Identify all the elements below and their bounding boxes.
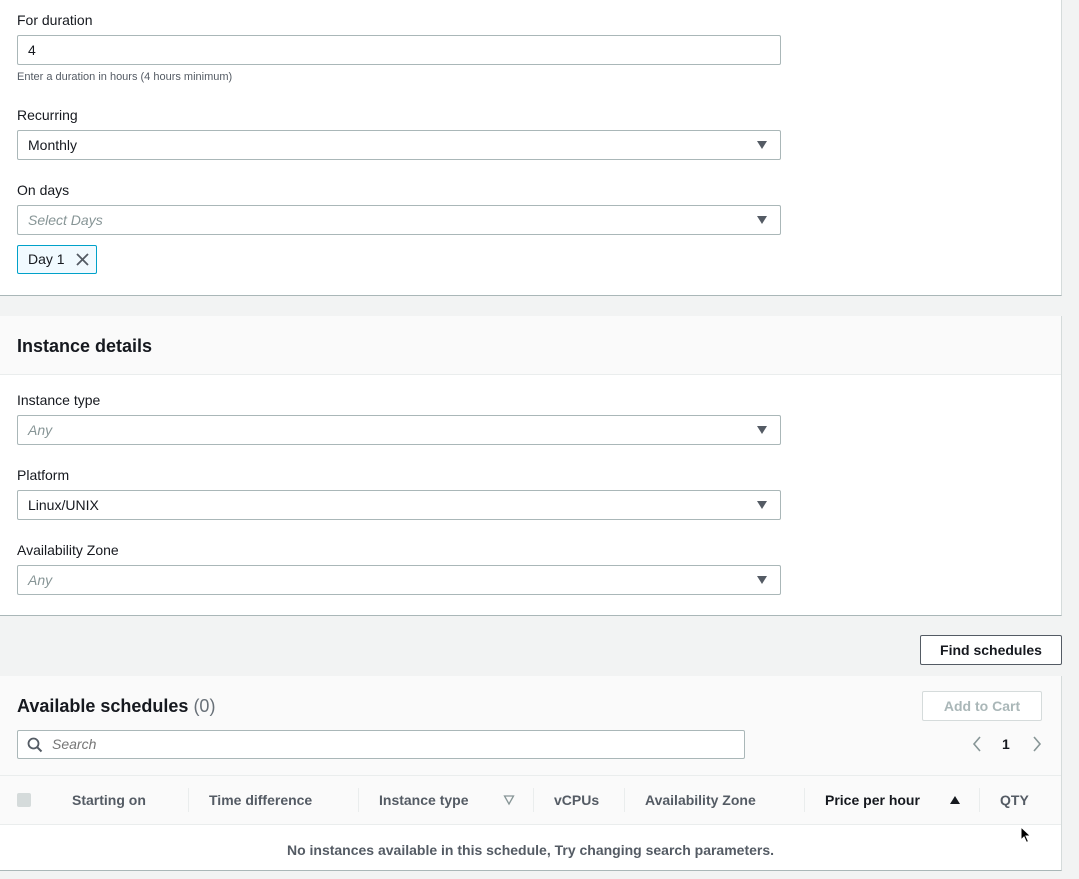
- table-header: Starting on Time difference Instance typ…: [0, 775, 1061, 825]
- platform-label: Platform: [17, 467, 70, 483]
- on-days-label: On days: [17, 182, 70, 198]
- caret-down-icon: [757, 501, 767, 509]
- column-qty[interactable]: QTY: [1000, 776, 1029, 824]
- available-schedules-panel: Available schedules (0) Add to Cart 1 St…: [0, 676, 1062, 871]
- empty-table-message: No instances available in this schedule,…: [286, 842, 775, 858]
- available-schedules-title: Available schedules (0): [17, 696, 215, 717]
- available-schedules-title-text: Available schedules: [17, 696, 189, 716]
- column-separator: [979, 788, 980, 812]
- duration-label: For duration: [17, 12, 93, 28]
- caret-down-icon: [757, 576, 767, 584]
- on-days-placeholder: Select Days: [28, 212, 103, 228]
- column-starting-on[interactable]: Starting on: [72, 776, 146, 824]
- instance-type-select[interactable]: Any: [17, 415, 781, 445]
- column-separator: [804, 788, 805, 812]
- available-schedules-header: [0, 676, 1061, 775]
- column-separator: [358, 788, 359, 812]
- chevron-right-icon[interactable]: [1030, 734, 1044, 754]
- find-schedules-button[interactable]: Find schedules: [920, 635, 1062, 665]
- instance-details-header: Instance details: [0, 316, 1061, 375]
- day-token-label: Day 1: [28, 251, 65, 267]
- caret-down-icon: [757, 141, 767, 149]
- caret-down-icon: [757, 216, 767, 224]
- column-instance-type[interactable]: Instance type: [379, 776, 468, 824]
- on-days-select[interactable]: Select Days: [17, 205, 781, 235]
- mouse-cursor-icon: [1020, 826, 1032, 844]
- column-availability-zone[interactable]: Availability Zone: [645, 776, 756, 824]
- recurring-label: Recurring: [17, 107, 78, 123]
- az-select[interactable]: Any: [17, 565, 781, 595]
- search-input[interactable]: [52, 731, 732, 758]
- platform-select[interactable]: Linux/UNIX: [17, 490, 781, 520]
- duration-hint: Enter a duration in hours (4 hours minim…: [17, 71, 233, 83]
- column-vcpus[interactable]: vCPUs: [554, 776, 599, 824]
- chevron-left-icon[interactable]: [970, 734, 984, 754]
- column-separator: [624, 788, 625, 812]
- column-time-difference[interactable]: Time difference: [209, 776, 312, 824]
- instance-details-title: Instance details: [17, 336, 153, 356]
- recurring-select[interactable]: Monthly: [17, 130, 781, 160]
- instance-details-panel: Instance details Instance type Any Platf…: [0, 316, 1062, 616]
- schedule-panel: For duration Enter a duration in hours (…: [0, 0, 1062, 296]
- az-placeholder: Any: [28, 572, 53, 588]
- az-label: Availability Zone: [17, 542, 119, 558]
- available-schedules-count: (0): [193, 696, 216, 716]
- close-icon[interactable]: [75, 252, 90, 267]
- sort-triangle-outline-icon[interactable]: [503, 794, 515, 806]
- caret-down-icon: [757, 426, 767, 434]
- search-box[interactable]: [17, 730, 745, 759]
- select-all-checkbox[interactable]: [17, 793, 31, 807]
- recurring-select-value: Monthly: [28, 137, 78, 153]
- duration-input[interactable]: [17, 35, 781, 65]
- sort-triangle-up-icon[interactable]: [949, 794, 961, 806]
- page-number[interactable]: 1: [1002, 734, 1010, 754]
- search-icon: [27, 737, 43, 753]
- platform-select-value: Linux/UNIX: [28, 497, 99, 513]
- add-to-cart-button[interactable]: Add to Cart: [922, 691, 1042, 721]
- instance-type-label: Instance type: [17, 392, 101, 408]
- column-separator: [533, 788, 534, 812]
- column-separator: [188, 788, 189, 812]
- column-price-per-hour[interactable]: Price per hour: [825, 776, 920, 824]
- day-token: Day 1: [17, 245, 97, 274]
- instance-type-placeholder: Any: [28, 422, 53, 438]
